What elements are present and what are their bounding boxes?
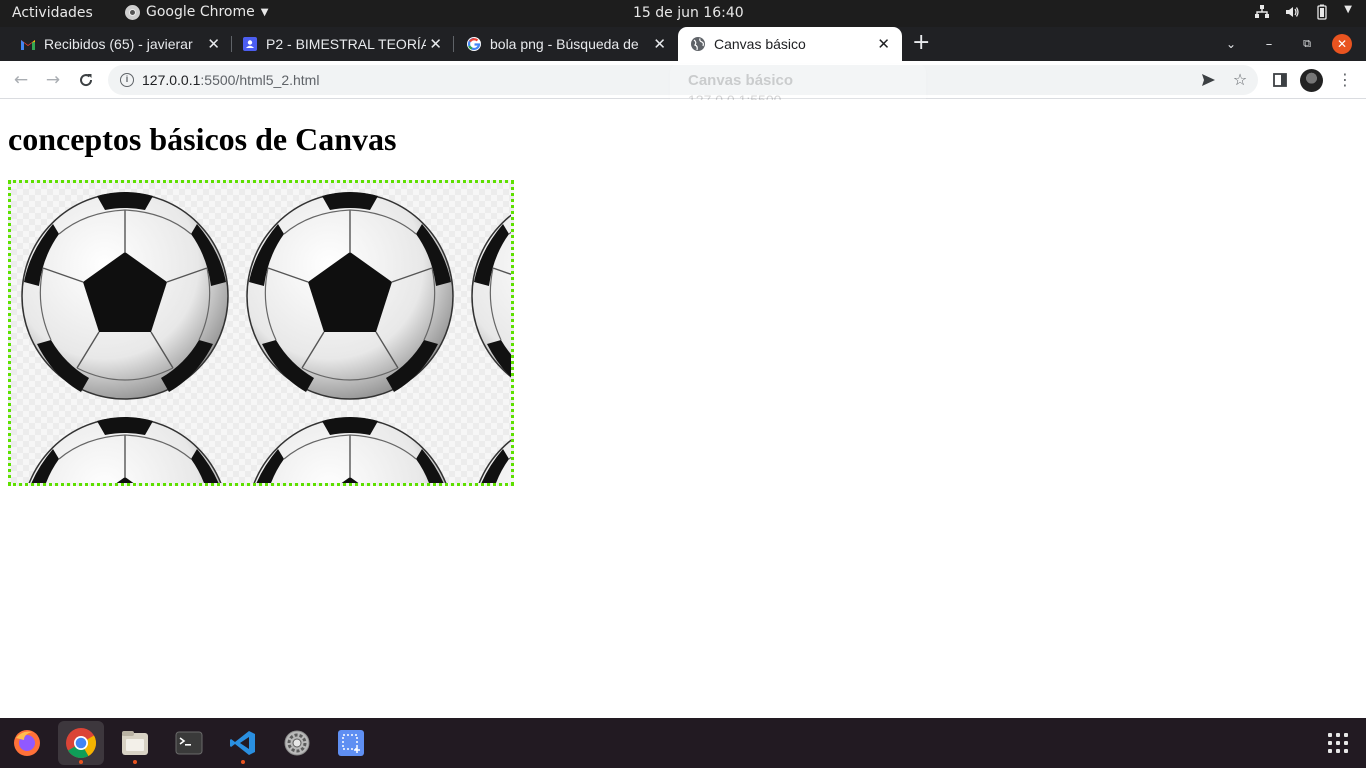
url-path: :5500/html5_2.html [200, 72, 320, 88]
tab-canvas-basico[interactable]: Canvas básico ✕ [678, 27, 902, 61]
canvas-element[interactable] [8, 180, 514, 486]
running-indicator [241, 760, 245, 764]
classroom-icon [242, 36, 258, 52]
page-title: conceptos básicos de Canvas [8, 121, 397, 157]
restore-icon[interactable]: ⧉ [1288, 37, 1326, 51]
bookmark-star-icon[interactable]: ☆ [1228, 68, 1252, 92]
forward-icon[interactable]: → [41, 68, 65, 92]
battery-icon [1314, 4, 1330, 24]
system-tray[interactable]: ▼ [1254, 4, 1352, 24]
hover-card-title: Canvas básico [688, 72, 794, 89]
more-menu-icon[interactable]: ⋮ [1333, 68, 1357, 92]
window-controls: ⌄ – ⧉ ✕ [1212, 27, 1366, 61]
close-tab-icon[interactable]: ✕ [877, 35, 890, 53]
minimize-icon[interactable]: – [1250, 37, 1288, 52]
chrome-icon[interactable] [58, 721, 104, 765]
side-panel-icon[interactable] [1268, 68, 1292, 92]
reload-icon[interactable] [74, 68, 98, 92]
close-tab-icon[interactable]: ✕ [429, 35, 442, 53]
tab-search-icon[interactable]: ⌄ [1212, 37, 1250, 51]
volume-icon [1284, 4, 1300, 24]
app-menu-label: Google Chrome [146, 4, 255, 20]
tab-google-search[interactable]: bola png - Búsqueda de ✕ [454, 27, 678, 61]
files-icon[interactable] [112, 721, 158, 765]
profile-avatar[interactable] [1300, 69, 1323, 92]
new-tab-button[interactable]: + [912, 30, 930, 55]
running-indicator [133, 760, 137, 764]
back-icon[interactable]: ← [9, 68, 33, 92]
firefox-icon[interactable] [4, 721, 50, 765]
network-icon [1254, 4, 1270, 24]
close-window-icon[interactable]: ✕ [1332, 34, 1352, 54]
send-icon[interactable] [1196, 68, 1220, 92]
page-viewport: conceptos básicos de Canvas [0, 100, 1366, 718]
tab-title: Recibidos (65) - javierar [44, 36, 193, 52]
globe-icon [690, 36, 706, 52]
ubuntu-dock [0, 718, 1366, 768]
chrome-mini-icon [125, 4, 140, 20]
close-tab-icon[interactable]: ✕ [653, 35, 666, 53]
close-tab-icon[interactable]: ✕ [207, 35, 220, 53]
running-indicator [79, 760, 83, 764]
terminal-icon[interactable] [166, 721, 212, 765]
show-applications-icon[interactable] [1328, 733, 1348, 753]
clock[interactable]: 15 de jun 16:40 [633, 5, 744, 21]
google-icon [466, 36, 482, 52]
soccer-ball-pattern [21, 191, 511, 483]
activities-button[interactable]: Actividades [12, 5, 93, 21]
tab-strip: Recibidos (65) - javierar ✕ P2 - BIMESTR… [0, 27, 1366, 61]
tab-title: bola png - Búsqueda de [490, 36, 639, 52]
vscode-icon[interactable] [220, 721, 266, 765]
site-info-icon[interactable]: i [120, 73, 134, 87]
tab-title: P2 - BIMESTRAL TEORÍA [266, 36, 426, 52]
settings-icon[interactable] [274, 721, 320, 765]
power-menu-icon: ▼ [1344, 4, 1352, 15]
tab-gmail[interactable]: Recibidos (65) - javierar ✕ [0, 27, 232, 61]
screenshot-icon[interactable] [328, 721, 374, 765]
tab-title: Canvas básico [714, 36, 806, 52]
url-host: 127.0.0.1 [142, 72, 201, 88]
system-top-bar: Actividades Google Chrome ▼ 15 de jun 16… [0, 0, 1366, 27]
tab-classroom[interactable]: P2 - BIMESTRAL TEORÍA ✕ [232, 27, 454, 61]
gmail-icon [20, 36, 36, 52]
caret-down-icon: ▼ [260, 6, 269, 18]
app-menu[interactable]: Google Chrome ▼ [125, 4, 268, 20]
